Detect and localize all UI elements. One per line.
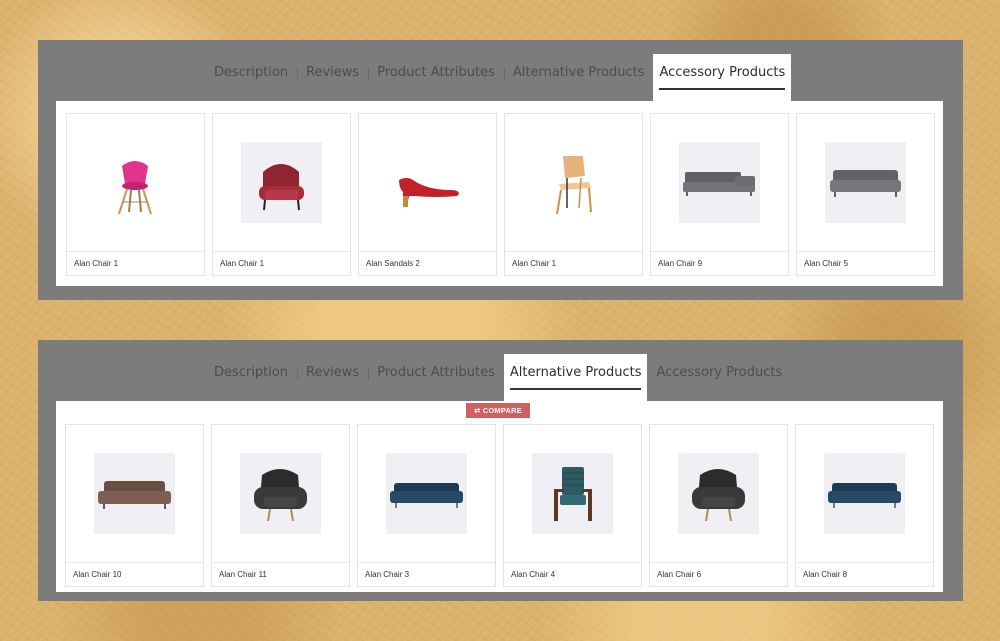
navy-sofa-icon[interactable]	[386, 453, 467, 534]
product-name[interactable]: Alan Chair 4	[504, 562, 641, 586]
product-name[interactable]: Alan Chair 6	[650, 562, 787, 586]
tab-bar: Description Reviews Product Attributes A…	[205, 54, 792, 101]
product-name[interactable]: Alan Chair 5	[797, 251, 934, 275]
navy-sofa-icon[interactable]	[824, 453, 905, 534]
product-name[interactable]: Alan Chair 11	[212, 562, 349, 586]
tab-content: ⇄ COMPARE Alan Chair 10 Alan Chair 11 Al…	[56, 401, 943, 592]
product-card[interactable]: Alan Chair 1	[212, 113, 351, 276]
product-card[interactable]: Alan Chair 11	[211, 424, 350, 587]
product-tabs-panel-accessory: Description Reviews Product Attributes A…	[38, 40, 963, 300]
product-grid: Alan Chair 1 Alan Chair 1 Alan Sandals 2…	[66, 113, 935, 276]
compare-button[interactable]: ⇄ COMPARE	[466, 403, 530, 418]
tab-reviews[interactable]: Reviews	[297, 354, 368, 401]
red-heel-shoe-icon[interactable]	[387, 142, 468, 223]
tab-reviews[interactable]: Reviews	[297, 54, 368, 101]
product-tabs-panel-alternative: Description Reviews Product Attributes A…	[38, 340, 963, 601]
product-name[interactable]: Alan Chair 9	[651, 251, 788, 275]
grey-sofa-icon[interactable]	[825, 142, 906, 223]
product-card[interactable]: Alan Chair 8	[795, 424, 934, 587]
product-name[interactable]: Alan Sandals 2	[359, 251, 496, 275]
brown-sofa-icon[interactable]	[94, 453, 175, 534]
black-armchair-icon[interactable]	[240, 453, 321, 534]
teal-lounge-chair-icon[interactable]	[532, 453, 613, 534]
tab-bar: Description Reviews Product Attributes A…	[205, 354, 791, 401]
tab-description[interactable]: Description	[205, 54, 297, 101]
product-card[interactable]: Alan Chair 4	[503, 424, 642, 587]
product-card[interactable]: Alan Chair 5	[796, 113, 935, 276]
product-name[interactable]: Alan Chair 1	[505, 251, 642, 275]
tab-product-attributes[interactable]: Product Attributes	[368, 54, 504, 101]
product-card[interactable]: Alan Chair 10	[65, 424, 204, 587]
product-name[interactable]: Alan Chair 1	[213, 251, 350, 275]
product-card[interactable]: Alan Sandals 2	[358, 113, 497, 276]
tab-product-attributes[interactable]: Product Attributes	[368, 354, 504, 401]
tab-alternative-products[interactable]: Alternative Products	[503, 54, 654, 101]
black-armchair-icon[interactable]	[678, 453, 759, 534]
product-name[interactable]: Alan Chair 1	[67, 251, 204, 275]
tab-alternative-products[interactable]: Alternative Products	[503, 354, 648, 401]
pink-chair-icon[interactable]	[95, 142, 176, 223]
tab-content: Alan Chair 1 Alan Chair 1 Alan Sandals 2…	[56, 101, 943, 286]
grey-sectional-sofa-icon[interactable]	[679, 142, 760, 223]
red-armchair-icon[interactable]	[241, 142, 322, 223]
product-grid: Alan Chair 10 Alan Chair 11 Alan Chair 3…	[65, 424, 934, 587]
product-name[interactable]: Alan Chair 10	[66, 562, 203, 586]
product-card[interactable]: Alan Chair 6	[649, 424, 788, 587]
product-card[interactable]: Alan Chair 9	[650, 113, 789, 276]
tab-description[interactable]: Description	[205, 354, 297, 401]
tab-accessory-products[interactable]: Accessory Products	[647, 354, 791, 401]
wood-chair-icon[interactable]	[533, 142, 614, 223]
product-name[interactable]: Alan Chair 3	[358, 562, 495, 586]
product-card[interactable]: Alan Chair 1	[66, 113, 205, 276]
product-card[interactable]: Alan Chair 3	[357, 424, 496, 587]
tab-accessory-products[interactable]: Accessory Products	[653, 54, 792, 101]
product-card[interactable]: Alan Chair 1	[504, 113, 643, 276]
product-name[interactable]: Alan Chair 8	[796, 562, 933, 586]
